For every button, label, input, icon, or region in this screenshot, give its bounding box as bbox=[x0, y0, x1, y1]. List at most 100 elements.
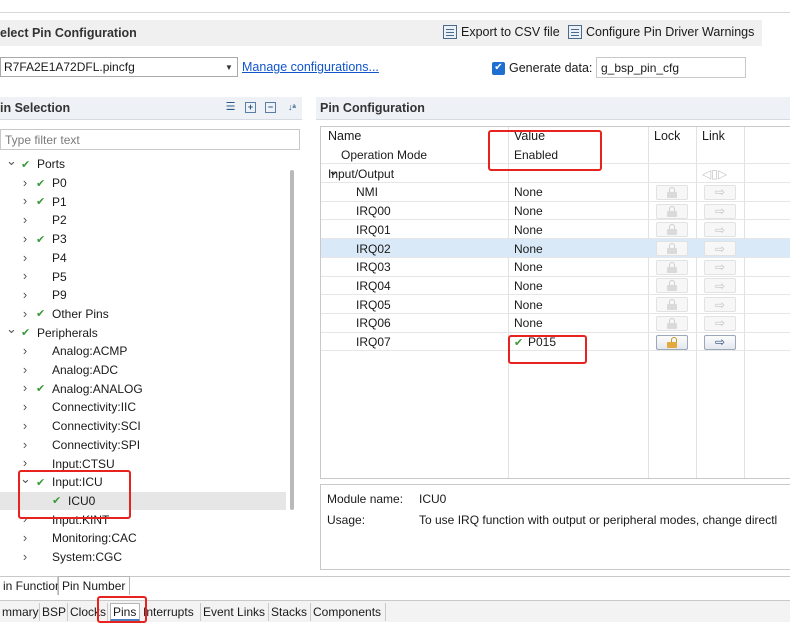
column-header-name[interactable]: Name bbox=[328, 127, 361, 146]
table-row[interactable]: IRQ07 ✔ P015 ⇨ bbox=[321, 333, 790, 352]
tree-item[interactable]: ⌄ ✔ Peripherals bbox=[0, 321, 286, 342]
tab-summary[interactable]: mmary bbox=[0, 603, 40, 621]
lock-button[interactable] bbox=[652, 202, 692, 221]
link-button[interactable]: ⇨ bbox=[700, 277, 740, 296]
pin-property-value[interactable]: None bbox=[514, 258, 543, 277]
table-row[interactable]: IRQ02 None ⇨ bbox=[321, 239, 790, 258]
chevron-right-icon[interactable]: › bbox=[20, 362, 30, 377]
tab-pin-function[interactable]: in Function bbox=[0, 577, 62, 595]
tree-item[interactable]: › ✔ P3 bbox=[0, 230, 286, 249]
tree-item[interactable]: › ✔ P0 bbox=[0, 174, 286, 193]
tree-item[interactable]: › Connectivity:SPI bbox=[0, 436, 286, 455]
table-row[interactable]: ⌄ Input/Output ◁▯▷ bbox=[321, 163, 790, 184]
tab-stacks[interactable]: Stacks bbox=[269, 603, 311, 621]
tree-item[interactable]: › P4 bbox=[0, 249, 286, 268]
tree-item[interactable]: › ✔ Analog:ANALOG bbox=[0, 379, 286, 398]
chevron-right-icon[interactable]: › bbox=[20, 399, 30, 414]
table-row[interactable]: NMI None ⇨ bbox=[321, 183, 790, 202]
tree-item[interactable]: ⌄ ✔ Input:ICU bbox=[0, 471, 286, 492]
show-list-icon[interactable]: ☰ bbox=[225, 102, 236, 113]
pin-property-value[interactable]: None bbox=[514, 314, 543, 333]
lock-button[interactable] bbox=[652, 183, 692, 202]
column-header-value[interactable]: Value bbox=[514, 127, 545, 146]
pin-filter-input[interactable]: Type filter text bbox=[0, 129, 300, 150]
tree-item[interactable]: › Analog:ADC bbox=[0, 361, 286, 380]
chevron-right-icon[interactable]: › bbox=[20, 250, 30, 265]
chevron-right-icon[interactable]: › bbox=[20, 268, 30, 283]
tree-item[interactable]: › P2 bbox=[0, 211, 286, 230]
link-button[interactable]: ⇨ bbox=[700, 202, 740, 221]
pin-property-value[interactable]: P015 bbox=[528, 333, 556, 352]
tab-pins[interactable]: Pins bbox=[110, 603, 140, 621]
tab-event-links[interactable]: Event Links bbox=[201, 603, 269, 621]
chevron-right-icon[interactable]: › bbox=[20, 549, 30, 564]
pin-configuration-file-select[interactable]: R7FA2E1A72DFL.pincfg ▼ bbox=[0, 57, 238, 77]
column-header-link[interactable]: Link bbox=[702, 127, 725, 146]
chevron-right-icon[interactable]: › bbox=[20, 343, 30, 358]
configure-warnings-button[interactable]: Configure Pin Driver Warnings bbox=[568, 25, 754, 39]
link-button[interactable]: ⇨ bbox=[700, 221, 740, 240]
tab-interrupts[interactable]: Interrupts bbox=[141, 603, 201, 621]
table-row[interactable]: IRQ04 None ⇨ bbox=[321, 277, 790, 296]
tree-item[interactable]: › P5 bbox=[0, 267, 286, 286]
pin-property-value[interactable]: None bbox=[514, 221, 543, 240]
chevron-right-icon[interactable]: › bbox=[20, 212, 30, 227]
chevron-right-icon[interactable]: › bbox=[20, 511, 30, 526]
tree-item[interactable]: › Monitoring:CAC bbox=[0, 529, 286, 548]
tree-item[interactable]: › Input:KINT bbox=[0, 510, 286, 529]
lock-button[interactable] bbox=[652, 333, 692, 352]
collapse-all-icon[interactable]: − bbox=[265, 102, 276, 113]
lock-button[interactable] bbox=[652, 221, 692, 240]
tree-item[interactable]: › P9 bbox=[0, 286, 286, 305]
chevron-right-icon[interactable]: › bbox=[20, 287, 30, 302]
generate-data-checkbox[interactable]: ✔ bbox=[492, 61, 505, 75]
link-button[interactable]: ⇨ bbox=[700, 183, 740, 202]
tree-item[interactable]: › ✔ Other Pins bbox=[0, 305, 286, 324]
generate-data-input[interactable]: g_bsp_pin_cfg bbox=[596, 57, 746, 78]
chevron-right-icon[interactable]: › bbox=[20, 437, 30, 452]
tab-bsp[interactable]: BSP bbox=[40, 603, 68, 621]
tree-item[interactable]: ⌄ ✔ Ports bbox=[0, 155, 286, 174]
link-button[interactable]: ⇨ bbox=[700, 258, 740, 277]
table-row[interactable]: IRQ00 None ⇨ bbox=[321, 202, 790, 221]
link-button[interactable]: ⇨ bbox=[700, 333, 740, 352]
pin-property-value[interactable]: None bbox=[514, 239, 543, 258]
lock-button[interactable] bbox=[652, 239, 692, 258]
pin-property-value[interactable]: None bbox=[514, 295, 543, 314]
tree-item[interactable]: › Connectivity:IIC bbox=[0, 398, 286, 417]
tab-pin-number[interactable]: Pin Number bbox=[58, 576, 130, 595]
chevron-down-icon[interactable]: ⌄ bbox=[20, 471, 31, 487]
chevron-right-icon[interactable]: › bbox=[20, 380, 30, 395]
sort-az-icon[interactable]: ↓ᵃ bbox=[285, 102, 299, 113]
tree-item[interactable]: › System:CGC bbox=[0, 548, 286, 567]
link-button[interactable]: ⇨ bbox=[700, 314, 740, 333]
link-button[interactable]: ⇨ bbox=[700, 295, 740, 314]
link-navigate-icon[interactable]: ◁▯▷ bbox=[702, 164, 727, 183]
chevron-right-icon[interactable]: › bbox=[20, 418, 30, 433]
table-row[interactable]: IRQ05 None ⇨ bbox=[321, 295, 790, 314]
tab-components[interactable]: Components bbox=[311, 603, 386, 621]
chevron-right-icon[interactable]: › bbox=[20, 306, 30, 321]
pin-property-value[interactable]: None bbox=[514, 183, 543, 202]
table-row[interactable]: IRQ03 None ⇨ bbox=[321, 258, 790, 277]
lock-button[interactable] bbox=[652, 314, 692, 333]
chevron-right-icon[interactable]: › bbox=[20, 175, 30, 190]
column-header-lock[interactable]: Lock bbox=[654, 127, 680, 146]
pin-property-value[interactable]: None bbox=[514, 277, 543, 296]
tab-clocks[interactable]: Clocks bbox=[68, 603, 108, 621]
tree-item[interactable]: › Connectivity:SCI bbox=[0, 417, 286, 436]
table-row[interactable]: IRQ01 None ⇨ bbox=[321, 221, 790, 240]
chevron-down-icon[interactable]: ▼ bbox=[223, 61, 235, 73]
chevron-right-icon[interactable]: › bbox=[20, 231, 30, 246]
chevron-down-icon[interactable]: ⌄ bbox=[6, 155, 17, 169]
link-button[interactable]: ⇨ bbox=[700, 239, 740, 258]
chevron-down-icon[interactable]: ⌄ bbox=[6, 321, 17, 337]
export-csv-button[interactable]: Export to CSV file bbox=[443, 25, 560, 39]
pin-property-value[interactable]: Enabled bbox=[514, 146, 558, 165]
pin-property-value[interactable]: None bbox=[514, 202, 543, 221]
table-row[interactable]: IRQ06 None ⇨ bbox=[321, 314, 790, 333]
lock-button[interactable] bbox=[652, 258, 692, 277]
table-row[interactable]: Operation Mode Enabled bbox=[321, 146, 790, 165]
lock-button[interactable] bbox=[652, 295, 692, 314]
tree-item[interactable]: › Input:CTSU bbox=[0, 454, 286, 473]
